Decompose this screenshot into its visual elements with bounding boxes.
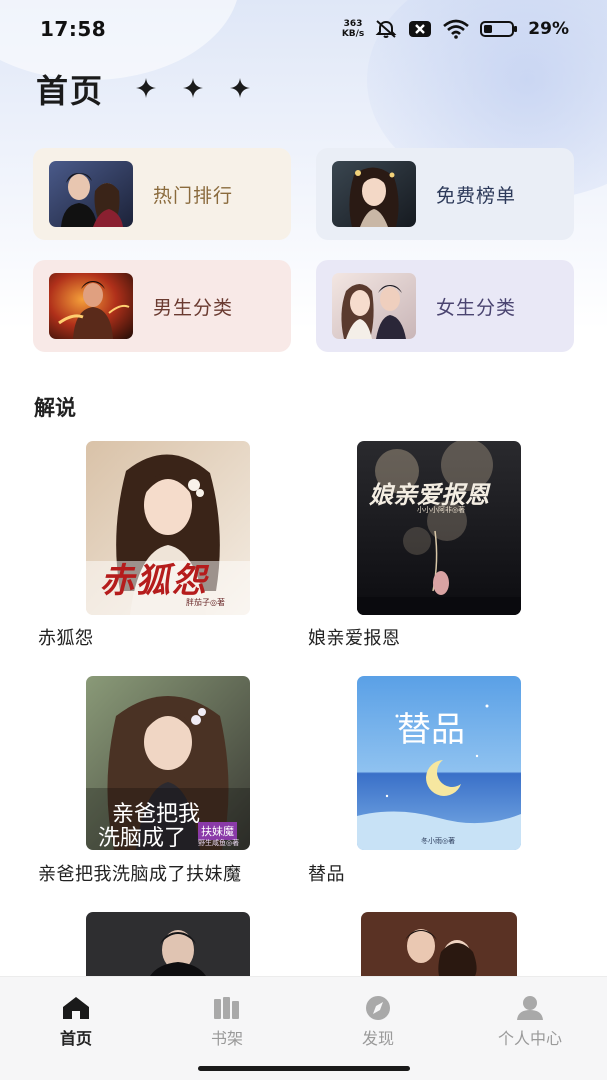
sparkle-icon [136, 78, 156, 98]
category-thumbnail [332, 273, 416, 339]
sparkle-icon [230, 78, 250, 98]
book-cover-author: 野生咸鱼◎著 [198, 839, 240, 847]
book-cover: 赤狐怨 胖茄子◎著 [86, 441, 250, 615]
nav-profile[interactable]: 个人中心 [470, 995, 590, 1049]
status-bar: 17:58 363 KB/s 29% [0, 0, 607, 58]
book-cover[interactable] [86, 912, 250, 976]
category-label: 女生分类 [436, 296, 517, 319]
category-label: 男生分类 [153, 296, 234, 319]
profile-icon [517, 996, 543, 1020]
home-indicator[interactable] [198, 1066, 410, 1071]
book-cover-title: 替品 [397, 710, 465, 750]
book-card[interactable]: 亲爸把我 洗脑成了 扶妹魔 野生咸鱼◎著 [86, 676, 250, 850]
book-cover-author: 胖茄子◎著 [186, 598, 225, 607]
home-screen: 17:58 363 KB/s 29% 首页 热门排行 免费榜单 男生分类 女生分… [0, 0, 607, 1080]
book-title[interactable]: 赤狐怨 [38, 624, 94, 650]
book-cover[interactable] [361, 912, 517, 976]
bottom-navigation: 首页 书架 发现 个人中心 [0, 976, 607, 1080]
mute-icon [374, 19, 398, 39]
book-cover-title: 赤狐怨 [100, 561, 208, 601]
status-icons: 363 KB/s 29% [342, 19, 569, 39]
nav-home[interactable]: 首页 [16, 995, 136, 1049]
battery-percent: 29% [528, 19, 569, 39]
nav-bookshelf[interactable]: 书架 [167, 995, 287, 1049]
battery-icon [480, 20, 518, 38]
category-hot-ranking[interactable]: 热门排行 [33, 148, 291, 240]
section-title: 解说 [34, 396, 76, 420]
category-thumbnail [49, 273, 133, 339]
network-speed: 363 KB/s [342, 19, 364, 39]
nav-label: 首页 [59, 1029, 92, 1048]
book-card[interactable]: 替品 冬小雨◎著 [357, 676, 521, 850]
book-title[interactable]: 替品 [308, 860, 345, 886]
sparkle-decoration [136, 78, 250, 98]
book-title[interactable]: 亲爸把我洗脑成了扶妹魔 [38, 860, 242, 886]
category-free-list[interactable]: 免费榜单 [316, 148, 574, 240]
nav-label: 个人中心 [497, 1029, 562, 1048]
home-icon [63, 997, 89, 1019]
category-female[interactable]: 女生分类 [316, 260, 574, 352]
nav-label: 书架 [210, 1029, 243, 1048]
category-label: 免费榜单 [436, 184, 517, 207]
category-label: 热门排行 [153, 184, 234, 207]
book-cover-title-line2: 洗脑成了 [98, 826, 187, 850]
category-thumbnail [49, 161, 133, 227]
category-thumbnail [332, 161, 416, 227]
wifi-icon [442, 19, 470, 39]
network-speed-value: 363 [343, 19, 363, 29]
nav-discover[interactable]: 发现 [318, 995, 438, 1049]
category-male[interactable]: 男生分类 [33, 260, 291, 352]
book-cover: 娘亲爱报恩 小小小阿非◎著 [357, 441, 521, 615]
network-speed-unit: KB/s [341, 29, 365, 39]
status-time: 17:58 [40, 17, 107, 41]
sparkle-icon [183, 78, 203, 98]
book-cover-author: 冬小雨◎著 [421, 837, 456, 845]
book-card[interactable]: 赤狐怨 胖茄子◎著 [86, 441, 250, 615]
bookshelf-icon [214, 997, 239, 1019]
close-box-icon [408, 20, 432, 38]
book-card[interactable]: 娘亲爱报恩 小小小阿非◎著 [357, 441, 521, 615]
book-cover: 亲爸把我 洗脑成了 扶妹魔 野生咸鱼◎著 [86, 676, 250, 850]
page-title: 首页 [36, 72, 105, 110]
book-cover: 替品 冬小雨◎著 [357, 676, 521, 850]
compass-icon [366, 996, 390, 1020]
nav-label: 发现 [361, 1029, 394, 1048]
book-title[interactable]: 娘亲爱报恩 [308, 624, 401, 650]
book-cover-author: 小小小阿非◎著 [417, 506, 466, 514]
